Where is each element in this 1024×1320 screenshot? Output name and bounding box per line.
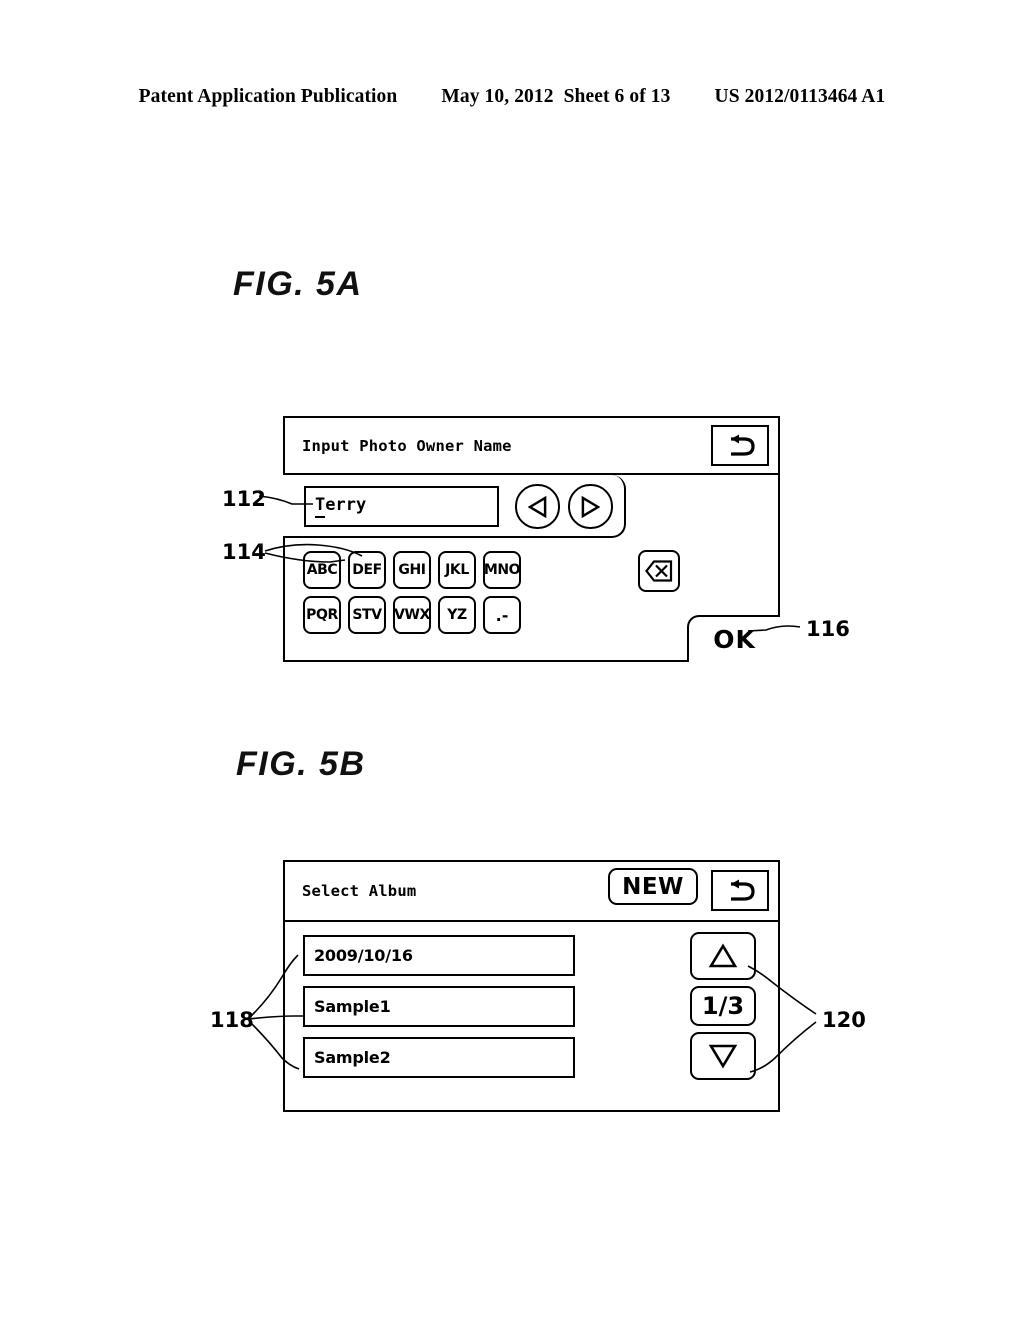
figure-5a-caption: FIG. 5A	[233, 265, 363, 303]
triangle-up-icon[interactable]	[690, 932, 756, 980]
key-def[interactable]: DEF	[348, 551, 386, 589]
new-album-button[interactable]: NEW	[608, 868, 698, 905]
reference-numeral-116: 116	[806, 617, 850, 641]
panel-header-b: Select Album NEW	[285, 862, 778, 922]
back-arrow-icon[interactable]	[711, 870, 769, 911]
key-pqr[interactable]: PQR	[303, 596, 341, 634]
input-photo-owner-name-screen: Input Photo Owner Name Terry ABC DEF GHI…	[283, 416, 780, 662]
owner-name-rest: erry	[325, 495, 367, 515]
reference-numeral-120: 120	[822, 1008, 866, 1032]
publication-header: Patent Application Publication May 10, 2…	[0, 86, 1024, 108]
owner-name-field[interactable]: Terry	[304, 486, 499, 527]
figure-5b-caption: FIG. 5B	[236, 745, 366, 783]
publication-label: Patent Application Publication	[138, 86, 398, 107]
triangle-down-icon[interactable]	[690, 1032, 756, 1080]
key-vwx[interactable]: VWX	[393, 596, 431, 634]
list-item[interactable]: Sample2	[303, 1037, 575, 1078]
back-arrow-glyph	[731, 879, 755, 901]
key-punctuation[interactable]: .-	[483, 596, 521, 634]
key-jkl[interactable]: JKL	[438, 551, 476, 589]
screen-title-input-owner: Input Photo Owner Name	[302, 436, 512, 455]
key-mno[interactable]: MNO	[483, 551, 521, 589]
triangle-left-icon[interactable]	[515, 484, 560, 529]
panel-header-a: Input Photo Owner Name	[285, 418, 778, 475]
album-list: 2009/10/16 Sample1 Sample2	[303, 935, 575, 1088]
triangle-down-glyph	[708, 1044, 738, 1069]
screen-title-select-album: Select Album	[302, 882, 417, 900]
select-album-screen: Select Album NEW 2009/10/16 Sample1 Samp…	[283, 860, 780, 1112]
backspace-delete-icon[interactable]	[638, 550, 680, 592]
reference-numeral-112: 112	[222, 487, 266, 511]
key-abc[interactable]: ABC	[303, 551, 341, 589]
keypad-row-2: PQR STV VWX YZ .-	[303, 596, 521, 634]
triangle-right-icon[interactable]	[568, 484, 613, 529]
owner-name-caret-char: T	[315, 495, 326, 518]
pager-buttons: 1/3	[690, 932, 756, 1080]
patent-number: US 2012/0113464 A1	[714, 86, 886, 107]
publication-date: May 10, 2012	[441, 86, 554, 107]
name-input-area: Terry	[283, 475, 626, 538]
backspace-glyph	[645, 560, 673, 582]
back-arrow-glyph	[731, 434, 755, 456]
keypad: ABC DEF GHI JKL MNO PQR STV VWX YZ .-	[303, 551, 521, 641]
owner-name-value: Terry	[315, 495, 367, 518]
keypad-row-1: ABC DEF GHI JKL MNO	[303, 551, 521, 589]
triangle-left-glyph	[528, 495, 547, 518]
reference-numeral-114: 114	[222, 540, 266, 564]
ok-button[interactable]: OK	[687, 615, 780, 662]
back-arrow-icon[interactable]	[711, 425, 769, 466]
key-yz[interactable]: YZ	[438, 596, 476, 634]
page-indicator: 1/3	[690, 986, 756, 1026]
list-item[interactable]: 2009/10/16	[303, 935, 575, 976]
sheet-number: Sheet 6 of 13	[563, 86, 671, 107]
list-item[interactable]: Sample1	[303, 986, 575, 1027]
reference-numeral-118: 118	[210, 1008, 254, 1032]
key-stv[interactable]: STV	[348, 596, 386, 634]
triangle-up-glyph	[708, 943, 738, 968]
key-ghi[interactable]: GHI	[393, 551, 431, 589]
triangle-right-glyph	[581, 495, 600, 518]
